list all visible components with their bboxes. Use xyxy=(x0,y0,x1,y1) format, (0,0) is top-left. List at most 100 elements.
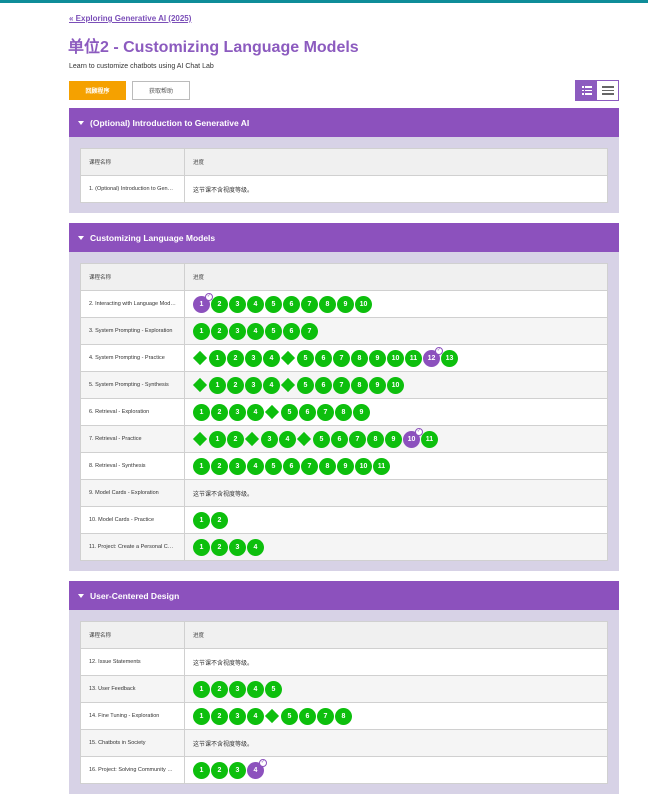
level-bubble[interactable]: 5 xyxy=(281,403,298,421)
lesson-name-link[interactable]: 7. Retrieval - Practice xyxy=(89,436,142,442)
level-bubble[interactable]: 2 xyxy=(211,538,228,556)
level-bubble[interactable]: 7 xyxy=(301,322,318,340)
level-bubble[interactable]: 9 xyxy=(385,430,402,448)
lesson-name-link[interactable]: 8. Retrieval - Synthesis xyxy=(89,463,146,469)
level-bubble[interactable]: 11 xyxy=(405,349,422,367)
level-bubble[interactable]: 11 xyxy=(373,457,390,475)
level-bubble[interactable]: 2 xyxy=(227,349,244,367)
level-bubble[interactable]: 5 xyxy=(265,322,282,340)
level-bubble[interactable]: 1 xyxy=(193,511,210,529)
level-bubble[interactable]: 5 xyxy=(313,430,330,448)
level-bubble[interactable]: 6 xyxy=(299,707,316,725)
section-header[interactable]: Customizing Language Models xyxy=(69,223,619,252)
level-bubble[interactable]: 9 xyxy=(353,403,370,421)
level-bubble[interactable]: 8 xyxy=(335,707,352,725)
level-bubble[interactable]: 4 xyxy=(247,707,264,725)
section-header[interactable]: (Optional) Introduction to Generative AI xyxy=(69,108,619,137)
level-bubble[interactable]: 4 xyxy=(247,322,264,340)
level-bubble[interactable]: 7 xyxy=(333,376,350,394)
lesson-name-link[interactable]: 13. User Feedback xyxy=(89,686,135,692)
level-bubble[interactable]: 7 xyxy=(333,349,350,367)
section-header[interactable]: User-Centered Design xyxy=(69,581,619,610)
level-bubble[interactable]: 6 xyxy=(299,403,316,421)
level-bubble[interactable]: 8 xyxy=(319,295,336,313)
level-bubble[interactable]: 1 xyxy=(193,457,210,475)
level-bubble[interactable]: 12 ✓ xyxy=(423,346,443,367)
level-bubble[interactable]: 1 xyxy=(209,376,226,394)
lesson-name-link[interactable]: 12. Issue Statements xyxy=(89,659,141,665)
level-bubble[interactable]: 6 xyxy=(315,376,332,394)
lesson-name-link[interactable]: 15. Chatbots in Society xyxy=(89,740,146,746)
level-bubble[interactable]: 3 xyxy=(245,376,262,394)
level-bubble[interactable]: 2 xyxy=(211,761,228,779)
lesson-name-link[interactable]: 3. System Prompting - Exploration xyxy=(89,328,172,334)
level-bubble[interactable]: 3 xyxy=(229,403,246,421)
unplugged-level-diamond[interactable] xyxy=(280,377,296,393)
level-bubble[interactable]: 6 xyxy=(283,322,300,340)
level-bubble[interactable]: 11 xyxy=(421,430,438,448)
level-bubble[interactable]: 10 xyxy=(387,349,404,367)
lesson-name-link[interactable]: 14. Fine Tuning - Exploration xyxy=(89,713,159,719)
unplugged-level-diamond[interactable] xyxy=(264,708,280,724)
compact-view-button[interactable] xyxy=(597,81,618,100)
level-bubble[interactable]: 4 xyxy=(247,680,264,698)
unplugged-level-diamond[interactable] xyxy=(244,431,260,447)
level-bubble[interactable]: 4 xyxy=(247,457,264,475)
level-bubble[interactable]: 3 xyxy=(229,457,246,475)
level-bubble[interactable]: 3 xyxy=(229,538,246,556)
level-bubble[interactable]: 8 xyxy=(335,403,352,421)
level-bubble[interactable]: 8 xyxy=(319,457,336,475)
unplugged-level-diamond[interactable] xyxy=(264,404,280,420)
level-bubble[interactable]: 3 xyxy=(229,295,246,313)
level-bubble[interactable]: 4 xyxy=(247,403,264,421)
level-bubble[interactable]: 10 xyxy=(387,376,404,394)
level-bubble[interactable]: 9 xyxy=(369,376,386,394)
level-bubble[interactable]: 6 xyxy=(315,349,332,367)
lesson-name-link[interactable]: 9. Model Cards - Exploration xyxy=(89,490,159,496)
level-bubble[interactable]: 2 xyxy=(227,376,244,394)
level-bubble[interactable]: 10 ✓ xyxy=(403,427,423,448)
lesson-name-link[interactable]: 10. Model Cards - Practice xyxy=(89,517,154,523)
level-bubble[interactable]: 1 xyxy=(193,761,210,779)
lesson-name-link[interactable]: 16. Project: Solving Community Problems xyxy=(89,767,184,773)
level-bubble[interactable]: 6 xyxy=(283,295,300,313)
level-bubble[interactable]: 5 xyxy=(265,457,282,475)
level-bubble[interactable]: 3 xyxy=(245,349,262,367)
level-bubble[interactable]: 2 xyxy=(211,322,228,340)
level-bubble[interactable]: 2 xyxy=(211,457,228,475)
unplugged-level-diamond[interactable] xyxy=(192,431,208,447)
detail-view-button[interactable] xyxy=(576,81,597,100)
level-bubble[interactable]: 5 xyxy=(297,349,314,367)
level-bubble[interactable]: 8 xyxy=(351,349,368,367)
level-bubble[interactable]: 1 xyxy=(193,403,210,421)
level-bubble[interactable]: 7 xyxy=(317,707,334,725)
level-bubble[interactable]: 1 xyxy=(209,349,226,367)
level-bubble[interactable]: 3 xyxy=(261,430,278,448)
level-bubble[interactable]: 5 xyxy=(281,707,298,725)
level-bubble[interactable]: 10 xyxy=(355,295,372,313)
level-bubble[interactable]: 1 ✓ xyxy=(193,292,213,313)
level-bubble[interactable]: 4 xyxy=(279,430,296,448)
level-bubble[interactable]: 1 xyxy=(193,538,210,556)
level-bubble[interactable]: 9 xyxy=(337,295,354,313)
review-program-button[interactable]: 回顾程序 xyxy=(69,81,126,100)
level-bubble[interactable]: 6 xyxy=(331,430,348,448)
lesson-name-link[interactable]: 5. System Prompting - Synthesis xyxy=(89,382,169,388)
level-bubble[interactable]: 2 xyxy=(227,430,244,448)
level-bubble[interactable]: 1 xyxy=(193,680,210,698)
level-bubble[interactable]: 8 xyxy=(351,376,368,394)
level-bubble[interactable]: 2 xyxy=(211,403,228,421)
level-bubble[interactable]: 10 xyxy=(355,457,372,475)
level-bubble[interactable]: 2 xyxy=(211,707,228,725)
level-bubble[interactable]: 3 xyxy=(229,761,246,779)
level-bubble[interactable]: 5 xyxy=(265,680,282,698)
level-bubble[interactable]: 9 xyxy=(337,457,354,475)
level-bubble[interactable]: 5 xyxy=(297,376,314,394)
level-bubble[interactable]: 3 xyxy=(229,680,246,698)
level-bubble[interactable]: 9 xyxy=(369,349,386,367)
lesson-name-link[interactable]: 6. Retrieval - Exploration xyxy=(89,409,149,415)
level-bubble[interactable]: 3 xyxy=(229,707,246,725)
lesson-name-link[interactable]: 11. Project: Create a Personal Chatbot xyxy=(89,544,183,550)
level-bubble[interactable]: 2 xyxy=(211,511,228,529)
level-bubble[interactable]: 7 xyxy=(349,430,366,448)
